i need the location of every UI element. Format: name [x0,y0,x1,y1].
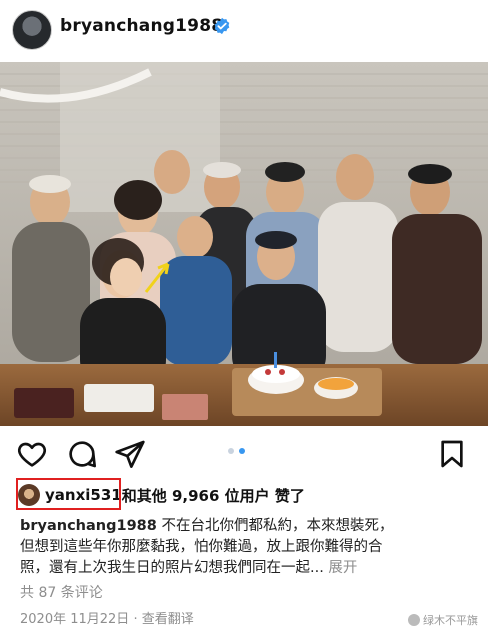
carousel-dot-active [239,448,245,454]
heart-icon[interactable] [16,438,48,470]
bookmark-icon[interactable] [436,438,468,470]
watermark-logo-icon [408,614,420,626]
post-caption: bryanchang1988 不在台北你們都私約，本來想裝死， 但想到這些年你那… [20,516,476,579]
post-photo[interactable] [0,62,488,426]
post-date: 2020年 11月22日 [20,612,130,627]
verified-badge-icon [214,17,230,35]
caption-line-3: 照，還有上次我生日的照片幻想我們同在一起... [20,560,324,576]
meta-separator: · [129,612,142,627]
likes-count-text[interactable]: 和其他 9,966 位用户 赞了 [122,485,305,506]
highlight-box [16,478,121,510]
caption-line-2: 但想到這些年你那麼黏我，怕你難過，放上跟你難得的合 [20,539,383,555]
send-icon[interactable] [114,438,146,470]
caption-line-1: 不在台北你們都私約，本來想裝死， [156,518,394,534]
view-comments-link[interactable]: 共 87 条评论 [20,582,103,602]
avatar[interactable] [12,10,52,50]
translate-link[interactable]: 查看翻译 [142,612,194,627]
group-photo [0,62,488,426]
post-meta: 2020年 11月22日 · 查看翻译 [20,608,194,627]
carousel-indicator [228,448,245,454]
comment-icon[interactable] [66,438,98,470]
watermark-text: 绿木不平旗 [423,614,478,627]
carousel-dot [228,448,234,454]
caption-username[interactable]: bryanchang1988 [20,518,157,534]
watermark: 绿木不平旗 [408,612,478,628]
action-bar [0,432,488,476]
caption-more-link[interactable]: 展开 [324,560,357,576]
post-username[interactable]: bryanchang1988 [60,16,223,36]
post-header: bryanchang1988 [0,0,488,60]
